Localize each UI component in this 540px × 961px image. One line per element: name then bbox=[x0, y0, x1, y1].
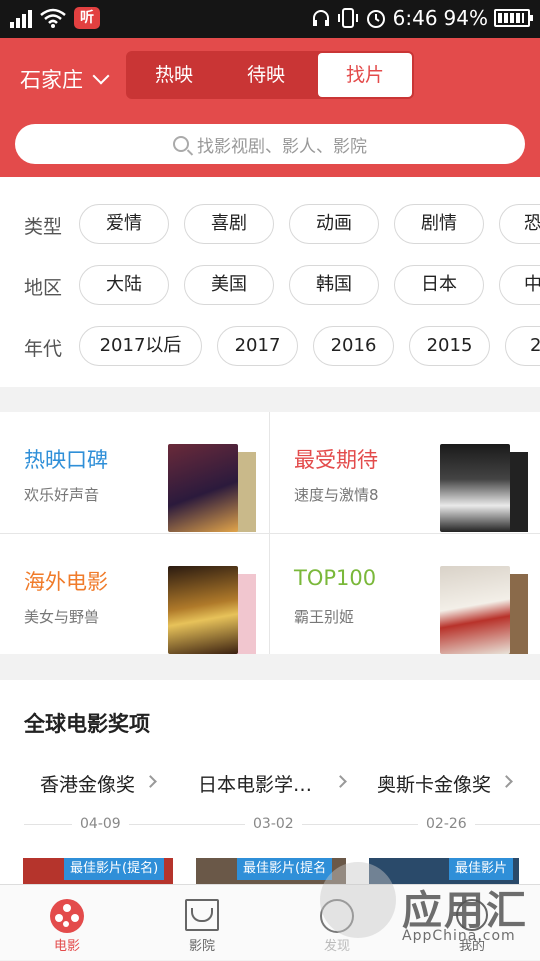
list-card-most-anticipated[interactable]: 最受期待 速度与激情8 bbox=[270, 412, 539, 532]
chip-region[interactable]: 中 bbox=[499, 265, 540, 305]
filter-row-type: 类型 爱情 喜剧 动画 剧情 恐 bbox=[0, 204, 540, 244]
city-selector[interactable]: 石家庄 bbox=[20, 64, 110, 94]
profile-icon bbox=[456, 899, 488, 931]
poster-image bbox=[168, 444, 238, 532]
list-card-top100[interactable]: TOP100 霸王别姬 bbox=[270, 534, 539, 654]
status-bar: 听 6:46 94% bbox=[0, 0, 540, 38]
award-japan-academy[interactable]: 日本电影学… bbox=[198, 770, 312, 797]
chip-type[interactable]: 剧情 bbox=[394, 204, 484, 244]
award-tag: 最佳影片(提名 bbox=[237, 858, 333, 880]
filter-panel: 类型 爱情 喜剧 动画 剧情 恐 地区 大陆 美国 韩国 日本 中 年代 201… bbox=[0, 177, 540, 387]
tab-movies[interactable]: 电影 bbox=[27, 885, 107, 961]
status-right: 6:46 94% bbox=[311, 6, 533, 30]
list-card-subtitle: 美女与野兽 bbox=[24, 608, 100, 626]
chip-type[interactable]: 动画 bbox=[289, 204, 379, 244]
tab-profile[interactable]: 我的 bbox=[432, 885, 512, 961]
signal-icon bbox=[10, 8, 32, 28]
battery-icon bbox=[494, 9, 533, 27]
award-oscars[interactable]: 奥斯卡金像奖 bbox=[377, 770, 491, 797]
poster-image bbox=[440, 566, 510, 654]
list-card-subtitle: 欢乐好声音 bbox=[24, 486, 100, 504]
list-card-subtitle: 霸王别姬 bbox=[294, 608, 355, 626]
tab-label: 电影 bbox=[53, 939, 80, 954]
award-date: 04-09 bbox=[72, 816, 129, 832]
chip-region[interactable]: 大陆 bbox=[79, 265, 169, 305]
tab-find-movies[interactable]: 找片 bbox=[318, 53, 412, 97]
filter-label-type: 类型 bbox=[24, 216, 63, 238]
movie-mode-tabs: 热映 待映 找片 bbox=[126, 51, 414, 99]
list-card-word-of-mouth[interactable]: 热映口碑 欢乐好声音 bbox=[0, 412, 269, 532]
chip-era[interactable]: 20 bbox=[505, 326, 540, 366]
cinema-icon bbox=[185, 899, 219, 931]
status-time: 6:46 bbox=[392, 6, 438, 30]
awards-section: 全球电影奖项 香港金像奖 日本电影学… 奥斯卡金像奖 04-09 03-02 0… bbox=[0, 680, 540, 884]
alarm-icon bbox=[366, 10, 385, 28]
search-icon bbox=[173, 136, 189, 152]
bottom-tab-bar: 电影 影院 发现 我的 bbox=[0, 884, 540, 960]
tab-now-showing[interactable]: 热映 bbox=[128, 53, 220, 97]
tab-label: 发现 bbox=[323, 939, 350, 954]
list-card-title: 最受期待 bbox=[294, 448, 378, 472]
list-card-subtitle: 速度与激情8 bbox=[294, 486, 379, 504]
chip-region[interactable]: 韩国 bbox=[289, 265, 379, 305]
search-bar[interactable]: 找影视剧、影人、影院 bbox=[15, 124, 525, 164]
chip-era[interactable]: 2017 bbox=[217, 326, 298, 366]
award-hk-film-awards[interactable]: 香港金像奖 bbox=[40, 770, 135, 797]
poster-image bbox=[168, 566, 238, 654]
award-date: 03-02 bbox=[245, 816, 302, 832]
filter-label-region: 地区 bbox=[24, 277, 63, 299]
tab-label: 影院 bbox=[188, 939, 215, 954]
filter-row-region: 地区 大陆 美国 韩国 日本 中 bbox=[0, 265, 540, 305]
chip-region[interactable]: 日本 bbox=[394, 265, 484, 305]
search-placeholder: 找影视剧、影人、影院 bbox=[197, 136, 367, 157]
tab-discover[interactable]: 发现 bbox=[297, 885, 377, 961]
tab-cinemas[interactable]: 影院 bbox=[162, 885, 242, 961]
chip-era[interactable]: 2016 bbox=[313, 326, 394, 366]
chevron-right-icon bbox=[334, 775, 347, 788]
listen-app-icon: 听 bbox=[74, 7, 100, 29]
discover-icon bbox=[320, 899, 354, 933]
movie-lists: 热映口碑 欢乐好声音 最受期待 速度与激情8 海外电影 美女与野兽 TOP100… bbox=[0, 412, 540, 654]
list-card-overseas[interactable]: 海外电影 美女与野兽 bbox=[0, 534, 269, 654]
chip-region[interactable]: 美国 bbox=[184, 265, 274, 305]
chip-type[interactable]: 恐 bbox=[499, 204, 540, 244]
tab-coming-soon[interactable]: 待映 bbox=[220, 53, 312, 97]
chevron-down-icon bbox=[92, 67, 110, 85]
award-tag: 最佳影片(提名) bbox=[64, 858, 165, 880]
divider bbox=[0, 533, 540, 534]
chevron-right-icon bbox=[500, 775, 513, 788]
vibrate-icon bbox=[337, 8, 358, 28]
filter-row-era: 年代 2017以后 2017 2016 2015 20 bbox=[0, 326, 540, 366]
headphones-icon bbox=[312, 10, 329, 26]
chevron-right-icon bbox=[144, 775, 157, 788]
status-left: 听 bbox=[10, 7, 100, 29]
poster-image bbox=[440, 444, 510, 532]
list-card-title: 热映口碑 bbox=[24, 448, 108, 472]
list-card-title: 海外电影 bbox=[24, 570, 108, 594]
chip-era[interactable]: 2015 bbox=[409, 326, 490, 366]
chip-type[interactable]: 爱情 bbox=[79, 204, 169, 244]
chip-era[interactable]: 2017以后 bbox=[79, 326, 202, 366]
wifi-icon bbox=[40, 8, 66, 28]
chip-type[interactable]: 喜剧 bbox=[184, 204, 274, 244]
city-name: 石家庄 bbox=[20, 68, 83, 92]
battery-percent: 94% bbox=[443, 6, 488, 30]
film-reel-icon bbox=[50, 899, 84, 933]
tab-label: 我的 bbox=[458, 939, 485, 954]
filter-label-era: 年代 bbox=[24, 338, 63, 360]
award-tag: 最佳影片 bbox=[449, 858, 514, 880]
award-date: 02-26 bbox=[418, 816, 475, 832]
list-card-title: TOP100 bbox=[294, 566, 377, 590]
header: 石家庄 热映 待映 找片 找影视剧、影人、影院 bbox=[0, 38, 540, 177]
awards-title: 全球电影奖项 bbox=[24, 712, 150, 736]
